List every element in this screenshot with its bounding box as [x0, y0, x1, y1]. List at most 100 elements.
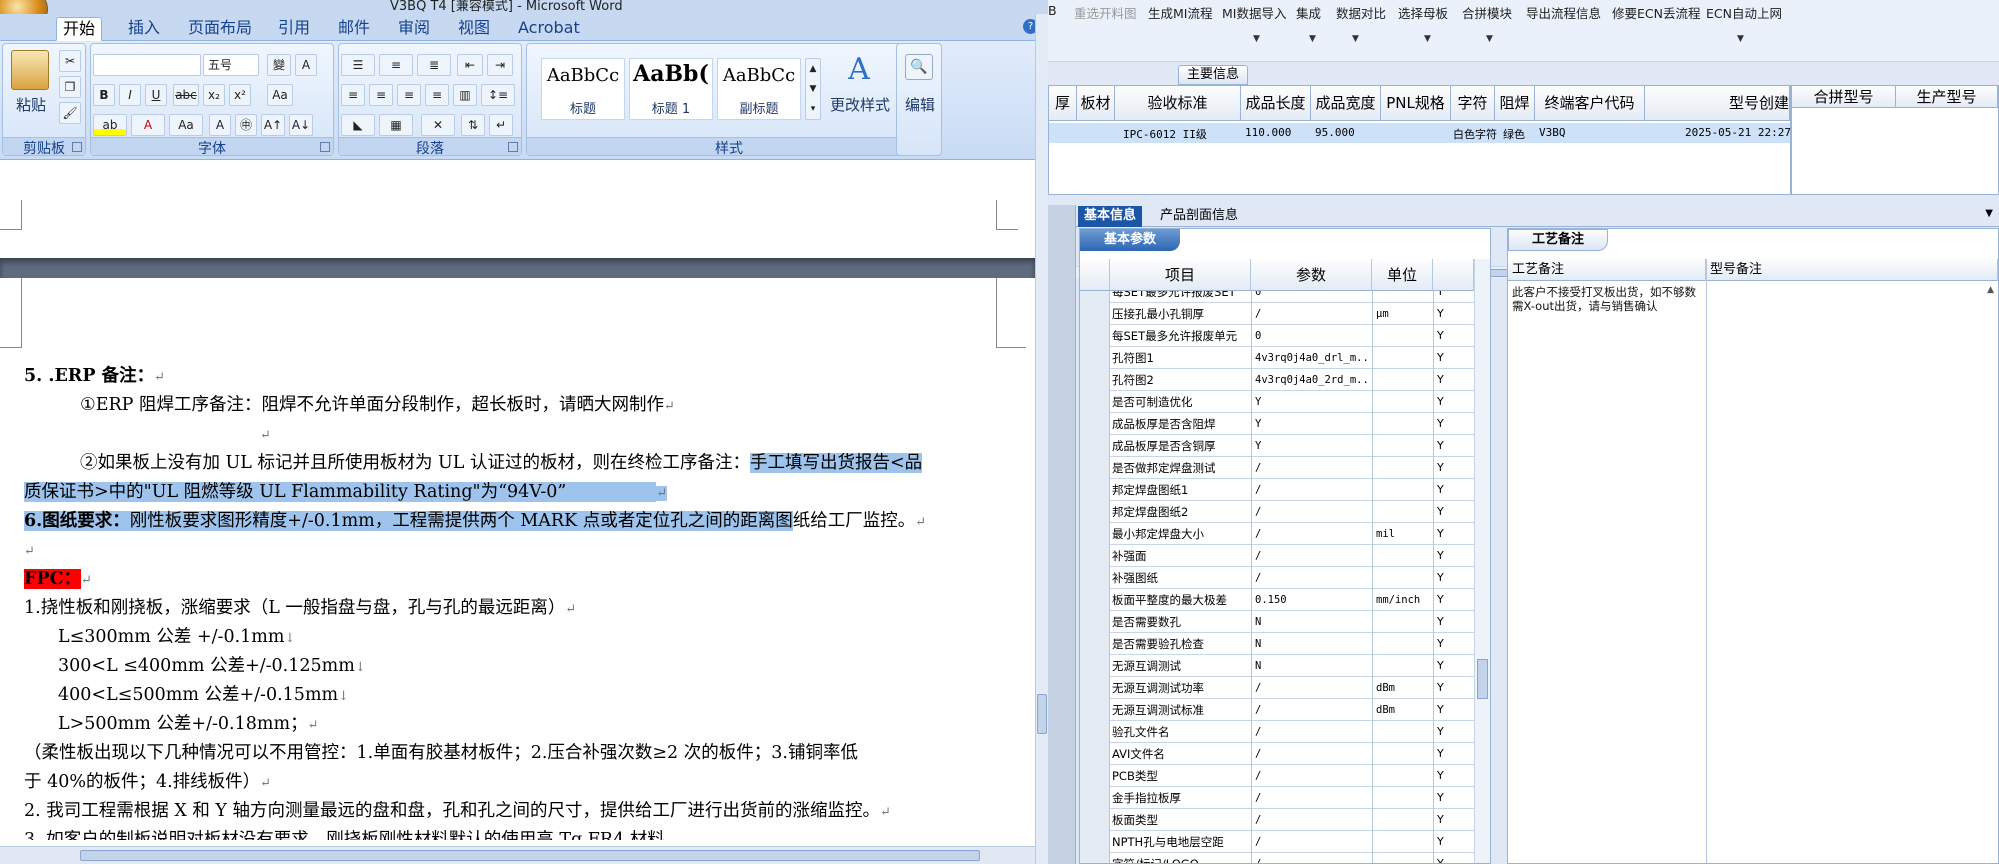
table-row[interactable]: 最小邦定焊盘大小 / mil Y [1080, 523, 1474, 545]
param-flag-cell[interactable]: Y [1433, 291, 1453, 303]
dropdown-arrow-icon[interactable]: ▼ [1253, 34, 1260, 44]
table-row[interactable]: 每SET最多允许报废SET 0 Y [1080, 291, 1474, 303]
param-item-cell[interactable]: AVI文件名 [1112, 743, 1250, 765]
col-created[interactable]: 型号创建 [1645, 86, 1790, 121]
param-unit-cell[interactable] [1372, 479, 1432, 501]
font-name-input[interactable] [93, 54, 201, 76]
param-value-cell[interactable]: / [1251, 523, 1371, 545]
align-left-icon[interactable]: ≡ [341, 84, 365, 106]
param-value-cell[interactable]: 4v3rq0j4a0_drl_m... [1251, 347, 1371, 369]
param-flag-cell[interactable]: Y [1433, 677, 1453, 699]
param-unit-cell[interactable] [1372, 633, 1432, 655]
align-center-icon[interactable]: ≡ [369, 84, 393, 106]
table-row[interactable]: 是否需要数孔 N Y [1080, 611, 1474, 633]
paragraph-launcher-icon[interactable] [508, 142, 518, 152]
param-unit-cell[interactable] [1372, 721, 1432, 743]
table-row[interactable]: 无源互调测试标准 / dBm Y [1080, 699, 1474, 721]
param-flag-cell[interactable]: Y [1433, 699, 1453, 721]
param-value-cell[interactable]: N [1251, 655, 1371, 677]
table-row[interactable]: NPTH孔与电地层空距 / Y [1080, 831, 1474, 853]
menu-b[interactable]: B [1048, 3, 1057, 18]
param-unit-cell[interactable] [1372, 743, 1432, 765]
table-row[interactable]: 成品板厚是否含阻焊 Y Y [1080, 413, 1474, 435]
sort-icon[interactable]: ⇅ [461, 114, 485, 136]
param-item-cell[interactable]: 每SET最多允许报废单元 [1112, 325, 1250, 347]
param-flag-cell[interactable]: Y [1433, 501, 1453, 523]
param-unit-cell[interactable]: dBm [1372, 699, 1432, 721]
param-flag-cell[interactable]: Y [1433, 655, 1453, 677]
show-marks-icon[interactable]: ↵ [489, 114, 513, 136]
merge-grid[interactable]: 合拼型号 生产型号 [1791, 85, 1999, 195]
param-flag-cell[interactable]: Y [1433, 589, 1453, 611]
param-value-cell[interactable]: N [1251, 611, 1371, 633]
scroll-thumb[interactable] [1037, 694, 1047, 734]
param-unit-cell[interactable] [1372, 291, 1432, 303]
align-right-icon[interactable]: ≡ [397, 84, 421, 106]
underline-icon[interactable]: U [145, 84, 167, 106]
clear-format-icon[interactable]: Aa [267, 84, 293, 106]
param-flag-cell[interactable]: Y [1433, 611, 1453, 633]
main-info-grid[interactable]: 厚 板材 验收标准 成品长度 成品宽度 PNL规格 字符 阻焊 终端客户代码 型… [1048, 85, 1804, 278]
param-flag-cell[interactable]: Y [1433, 743, 1453, 765]
document-body[interactable]: 5. .ERP 备注：↵ ①ERP 阻焊工序备注：阻焊不允许单面分段制作，超长板… [24, 362, 1014, 840]
table-row[interactable]: 成品板厚是否含铜厚 Y Y [1080, 435, 1474, 457]
param-value-cell[interactable]: / [1251, 501, 1371, 523]
paste-button[interactable]: 粘贴 [11, 94, 51, 115]
col-pnl[interactable]: PNL规格 [1381, 86, 1451, 121]
col-customer[interactable]: 终端客户代码 [1535, 86, 1645, 121]
param-value-cell[interactable]: / [1251, 765, 1371, 787]
param-flag-cell[interactable]: Y [1433, 325, 1453, 347]
param-unit-cell[interactable] [1372, 765, 1432, 787]
tab-main-info[interactable]: 主要信息 [1178, 65, 1248, 85]
style-title[interactable]: AaBbCc 标题 [541, 58, 625, 120]
decrease-indent-icon[interactable]: ⇤ [457, 54, 483, 76]
col-width[interactable]: 成品宽度 [1311, 86, 1381, 121]
splitter[interactable] [1048, 195, 1999, 205]
param-unit-cell[interactable] [1372, 787, 1432, 809]
italic-icon[interactable]: I [119, 84, 141, 106]
col-thickness[interactable]: 厚 [1049, 86, 1077, 121]
line-spacing-icon[interactable]: ↕≡ [481, 84, 515, 106]
param-item-cell[interactable]: 邦定焊盘图纸1 [1112, 479, 1250, 501]
param-item-cell[interactable]: 成品板厚是否含铜厚 [1112, 435, 1250, 457]
tab-home[interactable]: 开始 [56, 17, 103, 41]
strikethrough-icon[interactable]: abc [173, 84, 199, 106]
col-craft-notes[interactable]: 工艺备注 [1508, 259, 1706, 281]
table-row[interactable]: 板面类型 / Y [1080, 809, 1474, 831]
param-flag-cell[interactable]: Y [1433, 347, 1453, 369]
param-flag-cell[interactable]: Y [1433, 787, 1453, 809]
tab-profile-info[interactable]: 产品剖面信息 [1154, 206, 1244, 227]
table-row[interactable]: 孔符图2 4v3rq0j4a0_2rd_m... Y [1080, 369, 1474, 391]
param-unit-cell[interactable] [1372, 567, 1432, 589]
col-unit[interactable]: 单位 [1372, 259, 1433, 291]
menu-mi-import[interactable]: MI数据导入 [1222, 3, 1286, 22]
numbering-icon[interactable]: ≡ [379, 54, 413, 76]
table-row[interactable]: 压接孔最小孔铜厚 / μm Y [1080, 303, 1474, 325]
col-model-notes[interactable]: 型号备注 [1706, 259, 1998, 281]
param-flag-cell[interactable]: Y [1433, 831, 1453, 853]
cut-icon[interactable]: ✂ [59, 50, 81, 72]
param-value-cell[interactable]: / [1251, 831, 1371, 853]
param-value-cell[interactable]: / [1251, 809, 1371, 831]
grow-font-icon[interactable]: A↑ [261, 114, 285, 136]
col-param[interactable]: 参数 [1251, 259, 1372, 291]
param-item-cell[interactable]: 无源互调测试 [1112, 655, 1250, 677]
table-row[interactable]: 板面平整度的最大极差 0.150 mm/inch Y [1080, 589, 1474, 611]
paste-icon[interactable] [11, 50, 49, 90]
param-item-cell[interactable]: 金手指拉板厚 [1112, 787, 1250, 809]
increase-indent-icon[interactable]: ⇥ [487, 54, 513, 76]
table-row[interactable]: 是否需要验孔检查 N Y [1080, 633, 1474, 655]
table-row[interactable]: 邦定焊盘图纸2/ Y [1080, 501, 1474, 523]
copy-icon[interactable]: ❐ [59, 76, 81, 98]
col-flag[interactable] [1433, 259, 1474, 291]
param-unit-cell[interactable] [1372, 545, 1432, 567]
param-value-cell[interactable]: 0.150 [1251, 589, 1371, 611]
param-flag-cell[interactable]: Y [1433, 369, 1453, 391]
param-value-cell[interactable]: N [1251, 633, 1371, 655]
param-flag-cell[interactable]: Y [1433, 853, 1453, 863]
param-unit-cell[interactable] [1372, 501, 1432, 523]
param-item-cell[interactable]: 补强图纸 [1112, 567, 1250, 589]
param-value-cell[interactable]: / [1251, 787, 1371, 809]
table-row[interactable]: AVI文件名 / Y [1080, 743, 1474, 765]
craft-note-text[interactable]: 此客户不接受打叉板出货，如不够数需X-out出货，请与销售确认 [1512, 285, 1697, 313]
